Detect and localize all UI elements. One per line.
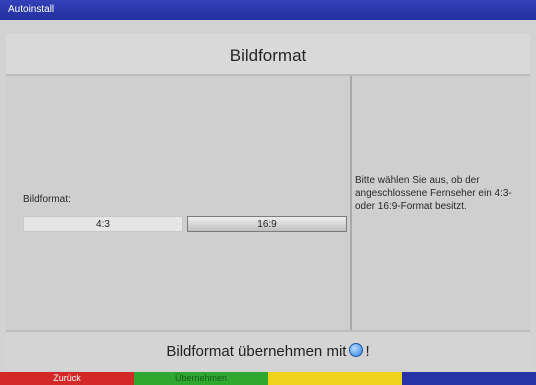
page-title: Bildformat xyxy=(229,46,307,65)
help-text: Bitte wählen Sie aus, ob der angeschloss… xyxy=(355,175,512,212)
green-key-apply[interactable]: Übernehmen xyxy=(134,372,268,385)
page-header: Bildformat xyxy=(6,34,530,76)
yellow-key[interactable] xyxy=(268,372,402,385)
main-panel: Bildformat: 4:3 16:9 Bitte wählen Sie au… xyxy=(6,76,530,330)
format-label: Bildformat: xyxy=(23,194,71,205)
format-option-4-3[interactable]: 4:3 xyxy=(23,216,183,232)
footer-text: Bildformat übernehmen mit xyxy=(166,343,347,360)
title-bar: Autoinstall xyxy=(0,0,536,20)
red-key-back[interactable]: Zurück xyxy=(0,372,134,385)
ok-button-icon xyxy=(349,343,364,357)
blue-key[interactable] xyxy=(402,372,536,385)
color-key-bar: Zurück Übernehmen xyxy=(0,372,536,385)
window-title: Autoinstall xyxy=(8,4,55,15)
format-option-16-9[interactable]: 16:9 xyxy=(187,216,347,232)
footer-text-end: ! xyxy=(365,343,370,360)
footer-hint: Bildformat übernehmen mit! xyxy=(6,330,530,370)
panel-divider xyxy=(350,76,352,330)
